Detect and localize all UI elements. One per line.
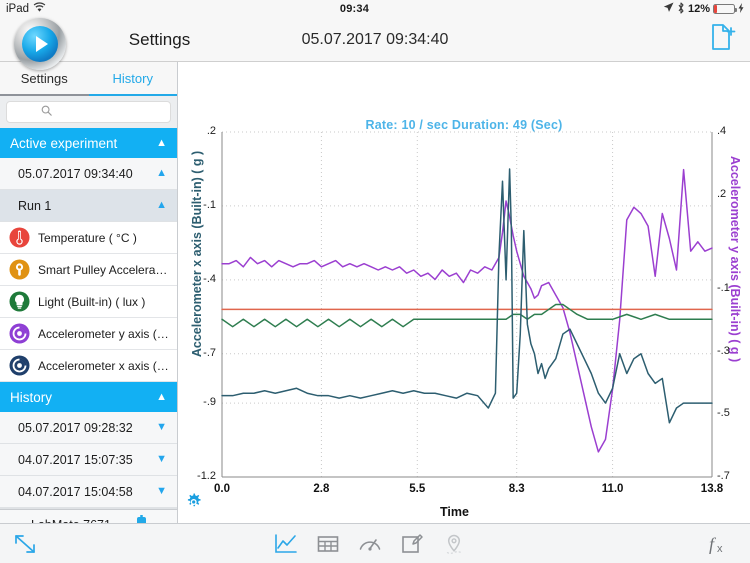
sensor-item-accel-x[interactable]: Accelerometer x axis (Bu... (0, 350, 177, 382)
right-axis-tick: -.5 (717, 407, 730, 420)
new-document-icon[interactable] (710, 24, 736, 55)
sensor-label: Accelerometer y axis (Bu... (38, 326, 169, 341)
right-axis-tick: -.7 (717, 470, 730, 482)
chevron-up-icon[interactable]: ▲ (156, 391, 167, 403)
chevron-down-icon[interactable]: ▼ (156, 454, 167, 465)
left-axis-tick: -.4 (203, 272, 216, 285)
search-icon (41, 103, 52, 121)
body-container: Settings History Active experiment ▲ 05.… (0, 62, 750, 539)
edit-note-icon[interactable] (399, 532, 425, 556)
gear-icon[interactable] (184, 492, 204, 517)
right-axis-tick: -.1 (717, 281, 730, 294)
table-icon[interactable] (315, 532, 341, 556)
chevron-down-icon[interactable]: ▼ (156, 486, 167, 497)
chart-area[interactable]: Rate: 10 / sec Duration: 49 (Sec) Accele… (178, 62, 750, 523)
app-root: iPad 09:34 12% Settings 05.07.2017 09:34… (0, 0, 750, 563)
svg-text:x: x (717, 543, 723, 555)
search-container (0, 96, 177, 128)
history-item[interactable]: 04.07.2017 15:07:35 ▼ (0, 444, 177, 476)
sidebar-tabs: Settings History (0, 62, 177, 96)
sensor-item-accel-y[interactable]: Accelerometer y axis (Bu... (0, 318, 177, 350)
experiment-entry-run[interactable]: Run 1 ▲ (0, 190, 177, 222)
sensor-item-temperature[interactable]: Temperature ( °C ) (0, 222, 177, 254)
x-axis-tick: 0.0 (214, 483, 230, 495)
left-axis-tick: -.9 (203, 396, 216, 409)
sidebar: Settings History Active experiment ▲ 05.… (0, 62, 178, 539)
search-input[interactable] (56, 106, 136, 118)
left-axis-tick: -.1 (203, 198, 216, 211)
bluetooth-icon (677, 1, 685, 17)
status-bar-time: 09:34 (339, 3, 370, 15)
status-bar-right: 12% (663, 1, 744, 17)
experiment-entry-date-label: 05.07.2017 09:34:40 (18, 166, 133, 181)
bottom-toolbar: f x (0, 523, 750, 563)
line-chart-icon[interactable] (273, 532, 299, 556)
right-axis-tick: -.3 (717, 344, 730, 357)
logo-inner-circle (22, 25, 58, 62)
app-logo[interactable] (0, 14, 80, 70)
gauge-icon[interactable] (357, 532, 383, 556)
sensor-item-smart-pulley[interactable]: Smart Pulley Acceleratio... (0, 254, 177, 286)
toolbar-left (0, 532, 50, 556)
expand-arrows-icon[interactable] (12, 532, 38, 556)
chart-plot[interactable] (178, 62, 750, 545)
battery-percent-label: 12% (687, 3, 710, 15)
left-axis-tick: -1.2 (197, 470, 216, 482)
x-axis-tick: 11.0 (601, 483, 624, 495)
main-panel: Rate: 10 / sec Duration: 49 (Sec) Accele… (178, 62, 750, 523)
chevron-up-icon[interactable]: ▲ (156, 168, 167, 179)
tab-history[interactable]: History (88, 62, 177, 96)
accelerometer-y-icon (9, 323, 30, 344)
page-title: Settings (128, 29, 191, 49)
accelerometer-x-icon (9, 355, 30, 376)
x-axis-tick: 13.8 (700, 483, 724, 495)
toolbar-items (50, 532, 690, 556)
history-item[interactable]: 05.07.2017 09:28:32 ▼ (0, 412, 177, 444)
section-history-label: History (10, 389, 53, 405)
play-button-logo[interactable] (14, 17, 66, 70)
svg-text:f: f (709, 534, 717, 554)
section-active-experiment-label: Active experiment (10, 135, 118, 151)
experiment-entry-run-label: Run 1 (18, 198, 52, 213)
location-arrow-icon (663, 2, 674, 16)
x-axis-tick: 2.8 (313, 483, 330, 495)
chevron-down-icon[interactable]: ▼ (156, 422, 167, 433)
chevron-up-icon[interactable]: ▲ (156, 200, 167, 211)
play-triangle-icon (36, 35, 48, 52)
search-box[interactable] (6, 101, 171, 123)
right-axis-tick: .4 (717, 125, 727, 137)
map-pin-icon[interactable] (441, 532, 467, 556)
history-item-label: 04.07.2017 15:07:35 (18, 452, 133, 467)
x-axis-tick: 5.5 (409, 483, 426, 495)
right-axis-tick: .2 (717, 187, 727, 200)
experiment-entry-date[interactable]: 05.07.2017 09:34:40 ▲ (0, 158, 177, 190)
history-item-label: 04.07.2017 15:04:58 (18, 484, 133, 499)
battery-icon (713, 4, 737, 14)
history-item-label: 05.07.2017 09:28:32 (18, 420, 133, 435)
section-active-experiment[interactable]: Active experiment ▲ (0, 128, 177, 158)
lightbulb-icon (9, 291, 30, 312)
left-axis-tick: .2 (206, 125, 216, 137)
charging-bolt-icon (738, 2, 744, 16)
x-axis-tick: 8.3 (508, 483, 525, 495)
fx-icon[interactable]: f x (707, 532, 733, 556)
left-axis-tick: -.7 (203, 346, 216, 359)
sensor-label: Accelerometer x axis (Bu... (38, 358, 169, 373)
toolbar-right: f x (690, 532, 750, 556)
sensor-label: Smart Pulley Acceleratio... (38, 262, 169, 277)
nav-bar: Settings 05.07.2017 09:34:40 (0, 17, 750, 70)
pulley-icon (9, 259, 30, 280)
new-document-button[interactable] (710, 23, 736, 56)
sensor-label: Temperature ( °C ) (38, 230, 137, 245)
sensor-label: Light (Built-in) ( lux ) (38, 294, 146, 309)
sensor-item-light[interactable]: Light (Built-in) ( lux ) (0, 286, 177, 318)
status-bar: iPad 09:34 12% (0, 0, 750, 18)
history-item[interactable]: 04.07.2017 15:04:58 ▼ (0, 476, 177, 508)
x-axis-label: Time (440, 505, 469, 519)
section-history[interactable]: History ▲ (0, 382, 177, 412)
thermometer-icon (9, 227, 30, 248)
chevron-up-icon[interactable]: ▲ (156, 137, 167, 149)
